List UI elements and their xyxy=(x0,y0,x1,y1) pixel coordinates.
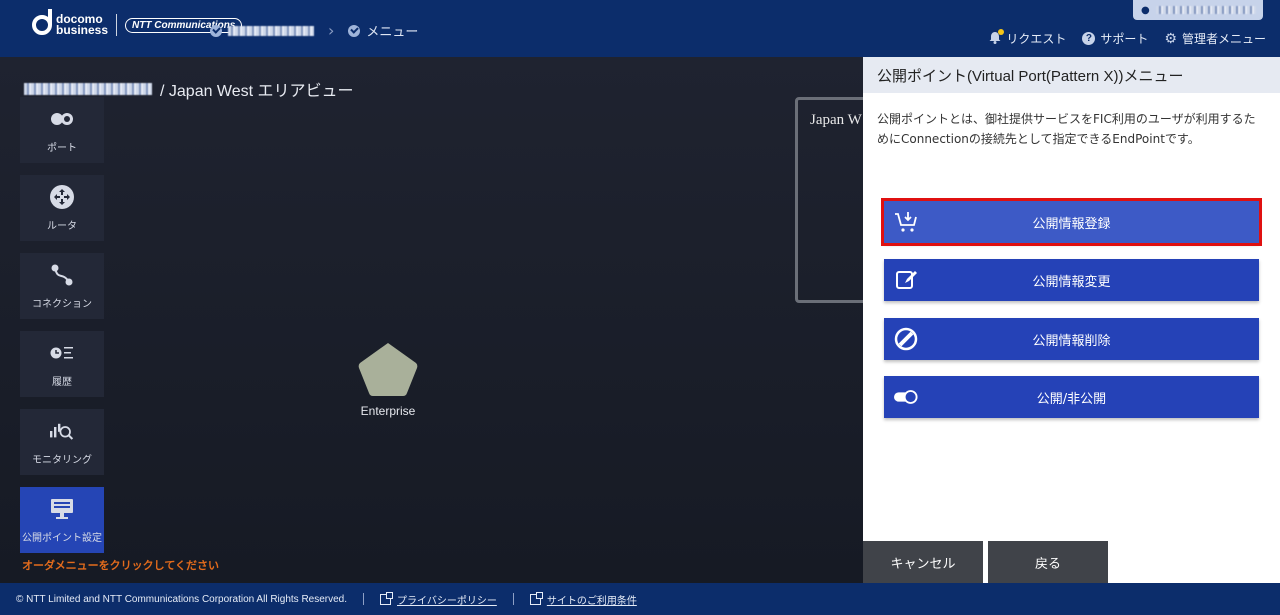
pentagon-node-icon xyxy=(358,343,418,396)
button-label: 公開情報変更 xyxy=(1032,274,1111,290)
privacy-policy-link[interactable]: プライバシーポリシー xyxy=(380,591,497,607)
page-footer: © NTT Limited and NTT Communications Cor… xyxy=(0,583,1280,615)
breadcrumb: › メニュー xyxy=(210,21,418,40)
request-link[interactable]: リクエスト xyxy=(989,28,1067,47)
admin-menu-label: 管理者メニュー xyxy=(1181,32,1266,46)
delete-public-info-button[interactable]: 公開情報削除 xyxy=(884,318,1259,360)
edit-public-info-button[interactable]: 公開情報変更 xyxy=(884,259,1259,301)
sidebar-item-connection[interactable]: コネクション xyxy=(20,253,104,319)
user-menu[interactable]: ● xyxy=(1133,0,1263,20)
docomo-d-mark xyxy=(32,9,52,35)
tenant-name-redacted xyxy=(24,83,152,95)
chevron-right-icon: › xyxy=(328,21,335,40)
button-label: 公開情報登録 xyxy=(1032,216,1111,232)
panel-footer-buttons: キャンセル 戻る xyxy=(863,541,1108,583)
monitoring-icon xyxy=(50,419,74,443)
gear-icon: ⚙ xyxy=(1164,30,1177,47)
sidebar-item-public-point[interactable]: 公開ポイント設定 xyxy=(20,487,104,553)
external-link-icon xyxy=(529,591,543,605)
sidebar-item-label: ポート xyxy=(47,142,77,154)
terms-link[interactable]: サイトのご利用条件 xyxy=(529,591,637,607)
logo-line2: business xyxy=(56,23,109,37)
history-icon xyxy=(50,341,74,365)
user-icon: ● xyxy=(1141,4,1150,16)
enterprise-node-label: Enterprise xyxy=(360,404,416,418)
privacy-policy-label: プライバシーポリシー xyxy=(397,595,497,607)
sidebar-item-port[interactable]: ポート xyxy=(20,97,104,163)
toggle-icon xyxy=(894,385,918,409)
back-button[interactable]: 戻る xyxy=(988,541,1108,583)
check-circle-icon xyxy=(348,24,361,37)
terms-label: サイトのご利用条件 xyxy=(546,595,637,607)
sidebar-item-label: コネクション xyxy=(32,298,92,310)
sidebar-item-label: ルータ xyxy=(47,220,77,232)
bell-icon xyxy=(989,28,1005,47)
username-redacted xyxy=(1155,6,1256,14)
notification-dot xyxy=(998,28,1005,35)
public-point-menu-panel: 公開ポイント(Virtual Port(Pattern X))メニュー 公開ポイ… xyxy=(863,57,1280,583)
sidebar-item-label: 履歴 xyxy=(52,376,72,388)
top-nav: リクエスト ? サポート ⚙ 管理者メニュー xyxy=(989,28,1266,47)
order-menu-hint: オーダメニューをクリックしてください xyxy=(22,560,220,572)
top-header: docomo business NTT Communications › メニュ… xyxy=(0,0,1280,57)
panel-description: 公開ポイントとは、御社提供サービスをFIC利用のユーザが利用するためにConne… xyxy=(877,112,1256,146)
cancel-button[interactable]: キャンセル xyxy=(863,541,983,583)
copyright-text: © NTT Limited and NTT Communications Cor… xyxy=(16,593,348,605)
area-view-canvas[interactable]: / Japan West エリアビュー ポート ルータ コネクション 履歴 モニ… xyxy=(0,57,875,583)
edit-icon xyxy=(894,268,918,292)
sidebar-item-router[interactable]: ルータ xyxy=(20,175,104,241)
cart-download-icon xyxy=(894,210,918,234)
admin-menu-link[interactable]: ⚙ 管理者メニュー xyxy=(1164,30,1266,47)
help-icon: ? xyxy=(1082,32,1096,45)
support-label: サポート xyxy=(1100,32,1149,46)
sidebar-item-label: モニタリング xyxy=(32,454,92,466)
button-label: 公開情報削除 xyxy=(1032,333,1111,349)
page-title-text: / Japan West エリアビュー xyxy=(160,83,354,100)
toggle-public-button[interactable]: 公開/非公開 xyxy=(884,376,1259,418)
external-link-icon xyxy=(380,591,394,605)
enterprise-node[interactable]: Enterprise xyxy=(356,340,420,418)
support-link[interactable]: ? サポート xyxy=(1082,30,1148,47)
check-circle-icon xyxy=(210,24,222,37)
order-sidebar: ポート ルータ コネクション 履歴 モニタリング 公開ポイント設定 xyxy=(20,97,104,565)
public-point-icon xyxy=(50,497,74,521)
register-public-info-button[interactable]: 公開情報登録 xyxy=(881,198,1262,246)
connection-icon xyxy=(50,263,74,287)
port-icon xyxy=(50,107,74,131)
footer-divider xyxy=(512,593,514,605)
request-label: リクエスト xyxy=(1006,32,1067,46)
button-label: 公開/非公開 xyxy=(1036,391,1107,407)
breadcrumb-tenant-redacted[interactable] xyxy=(228,25,314,36)
panel-title: 公開ポイント(Virtual Port(Pattern X))メニュー xyxy=(863,57,1280,93)
footer-divider xyxy=(363,593,365,605)
sidebar-item-monitoring[interactable]: モニタリング xyxy=(20,409,104,475)
prohibit-icon xyxy=(894,327,918,351)
sidebar-item-label: 公開ポイント設定 xyxy=(22,532,102,544)
logo-divider xyxy=(116,14,118,36)
breadcrumb-menu[interactable]: メニュー xyxy=(366,21,418,40)
sidebar-item-history[interactable]: 履歴 xyxy=(20,331,104,397)
area-box-label: Japan W xyxy=(810,112,862,128)
router-icon xyxy=(50,184,74,209)
